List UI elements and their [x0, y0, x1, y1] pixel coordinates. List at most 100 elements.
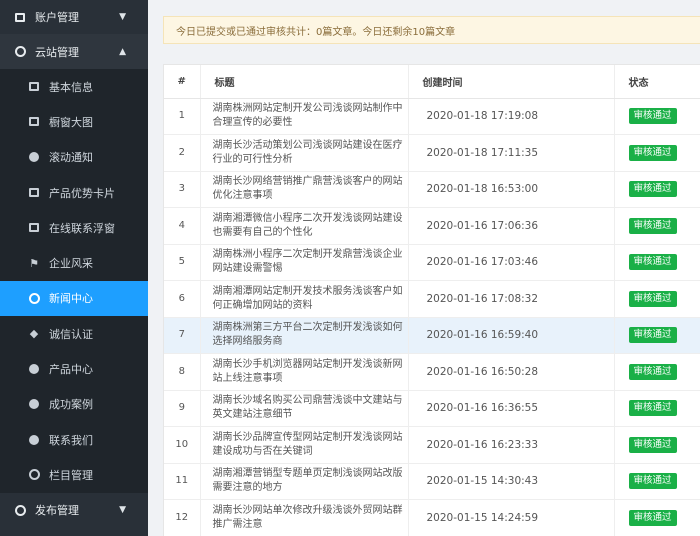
status-badge: 审核通过 — [628, 363, 677, 380]
status-badge: 审核通过 — [628, 436, 677, 453]
sidebar-item-online-contact[interactable]: 在线联系浮窗 — [0, 210, 148, 245]
box-icon — [28, 187, 40, 199]
main-content: 今日已提交或已通过审核共计：0篇文章。今日还剩余10篇文章 # 标题 创建时间 … — [148, 0, 700, 536]
flag-icon: ⚑ — [29, 256, 39, 270]
window-icon — [28, 222, 40, 234]
column-icon — [28, 469, 40, 481]
article-title: 湖南长沙网站单次修改升级浅谈外贸网站群推广需注意 — [200, 499, 409, 536]
sidebar-item-label: 橱窗大图 — [49, 115, 93, 129]
sidebar-item-label: 在线联系浮窗 — [49, 221, 115, 235]
sidebar-item-label: 基本信息 — [49, 80, 93, 94]
table-row[interactable]: 7 湖南株洲第三方平台二次定制开发浅谈如何选择网络服务商 2020-01-16 … — [164, 317, 700, 354]
sidebar-group-label: 发布管理 — [35, 504, 79, 518]
row-number: 10 — [164, 426, 201, 464]
chevron-down-icon: ▼ — [119, 12, 126, 22]
article-title: 湖南株洲网站定制开发公司浅谈网站制作中合理宣传的必要性 — [200, 98, 409, 135]
article-title: 湖南长沙网络营销推广鼎营浅谈客户的网站优化注意事项 — [200, 171, 409, 208]
table-header-row: # 标题 创建时间 状态 — [164, 65, 700, 99]
row-number: 3 — [164, 171, 201, 208]
article-title: 湖南株洲第三方平台二次定制开发浅谈如何选择网络服务商 — [200, 317, 409, 354]
status-badge: 审核通过 — [628, 290, 677, 307]
created-time: 2020-01-16 16:59:40 — [408, 317, 615, 354]
column-header-status: 状态 — [614, 65, 700, 99]
table-row[interactable]: 9 湖南长沙域名购买公司鼎营浅谈中文建站与英文建站注意细节 2020-01-16… — [164, 390, 700, 427]
created-time: 2020-01-16 16:50:28 — [408, 353, 615, 391]
sidebar-item-banner[interactable]: 橱窗大图 — [0, 104, 148, 139]
column-header-created: 创建时间 — [408, 65, 615, 99]
news-table: # 标题 创建时间 状态 1 湖南株洲网站定制开发公司浅谈网站制作中合理宣传的必… — [164, 65, 700, 536]
monitor-icon — [14, 11, 26, 23]
table-row[interactable]: 6 湖南湘潭网站定制开发技术服务浅谈客户如何正确增加网站的资料 2020-01-… — [164, 280, 700, 318]
sidebar-item-news[interactable]: 新闻中心 — [0, 280, 148, 317]
sidebar-item-credit[interactable]: ◆ 诚信认证 — [0, 316, 148, 351]
sidebar-item-cases[interactable]: 成功案例 — [0, 387, 148, 422]
sidebar-item-label: 成功案例 — [49, 398, 93, 412]
sidebar-item-company-style[interactable]: ⚑ 企业风采 — [0, 245, 148, 280]
status-badge: 审核通过 — [628, 254, 677, 271]
row-number: 7 — [164, 317, 201, 354]
article-title: 湖南长沙活动策划公司浅谈网站建设在医疗行业的可行性分析 — [200, 134, 409, 172]
sidebar-item-product-cards[interactable]: 产品优势卡片 — [0, 175, 148, 210]
sidebar-item-label: 栏目管理 — [49, 468, 93, 482]
created-time: 2020-01-16 16:23:33 — [408, 426, 615, 464]
status-badge: 审核通过 — [628, 181, 677, 198]
row-number: 6 — [164, 280, 201, 318]
sidebar-item-label: 产品优势卡片 — [49, 186, 115, 200]
table-row[interactable]: 8 湖南长沙手机浏览器网站定制开发浅谈新网站上线注意事项 2020-01-16 … — [164, 353, 700, 391]
status-badge: 审核通过 — [628, 400, 677, 417]
trophy-icon — [28, 398, 40, 410]
table-row[interactable]: 1 湖南株洲网站定制开发公司浅谈网站制作中合理宣传的必要性 2020-01-18… — [164, 98, 700, 135]
article-title: 湖南株洲小程序二次定制开发鼎营浅谈企业网站建设需警惕 — [200, 244, 409, 281]
table-row[interactable]: 12 湖南长沙网站单次修改升级浅谈外贸网站群推广需注意 2020-01-15 1… — [164, 499, 700, 536]
created-time: 2020-01-15 14:24:59 — [408, 499, 615, 536]
compass-icon — [14, 504, 26, 516]
sidebar: 账户管理 ▼ 云站管理 ▲ 基本信息 橱窗大图 滚动通知 产品优势卡片 在线联系… — [0, 0, 148, 536]
status-badge: 审核通过 — [628, 509, 677, 526]
sidebar-item-columns[interactable]: 栏目管理 — [0, 457, 148, 492]
status-badge: 审核通过 — [628, 327, 677, 344]
sidebar-item-basic-info[interactable]: 基本信息 — [0, 69, 148, 104]
table-row[interactable]: 11 湖南湘潭营销型专题单页定制浅谈网站改版需要注意的地方 2020-01-15… — [164, 463, 700, 500]
row-number: 12 — [164, 499, 201, 536]
created-time: 2020-01-16 16:36:55 — [408, 390, 615, 427]
sidebar-group-label: 账户管理 — [35, 11, 79, 24]
globe-icon — [28, 292, 40, 304]
article-title: 湖南长沙手机浏览器网站定制开发浅谈新网站上线注意事项 — [200, 353, 409, 391]
sidebar-item-label: 滚动通知 — [49, 151, 93, 165]
created-time: 2020-01-18 16:53:00 — [408, 171, 615, 208]
created-time: 2020-01-16 17:08:32 — [408, 280, 615, 318]
news-table-card: # 标题 创建时间 状态 1 湖南株洲网站定制开发公司浅谈网站制作中合理宣传的必… — [163, 64, 700, 536]
sidebar-item-contact[interactable]: 联系我们 — [0, 422, 148, 457]
sidebar-group-publish[interactable]: 发布管理 ▼ — [0, 493, 148, 528]
table-row[interactable]: 4 湖南湘潭微信小程序二次开发浅谈网站建设也需要有自己的个性化 2020-01-… — [164, 207, 700, 245]
sidebar-item-label: 产品中心 — [49, 363, 93, 377]
leaf-icon — [28, 363, 40, 375]
row-number: 8 — [164, 353, 201, 391]
created-time: 2020-01-15 14:30:43 — [408, 463, 615, 500]
row-number: 5 — [164, 244, 201, 281]
table-row[interactable]: 3 湖南长沙网络营销推广鼎营浅谈客户的网站优化注意事项 2020-01-18 1… — [164, 171, 700, 208]
row-number: 11 — [164, 463, 201, 500]
display-icon — [28, 116, 40, 128]
column-header-title: 标题 — [200, 65, 409, 99]
sidebar-item-label: 企业风采 — [49, 257, 93, 271]
table-row[interactable]: 2 湖南长沙活动策划公司浅谈网站建设在医疗行业的可行性分析 2020-01-18… — [164, 134, 700, 172]
chevron-down-icon: ▼ — [119, 505, 126, 516]
created-time: 2020-01-18 17:19:08 — [408, 98, 615, 135]
sidebar-item-products[interactable]: 产品中心 — [0, 351, 148, 386]
table-row[interactable]: 5 湖南株洲小程序二次定制开发鼎营浅谈企业网站建设需警惕 2020-01-16 … — [164, 244, 700, 281]
article-title: 湖南长沙域名购买公司鼎营浅谈中文建站与英文建站注意细节 — [200, 390, 409, 427]
sidebar-group-cloud[interactable]: 云站管理 ▲ — [0, 34, 148, 69]
sidebar-group-account[interactable]: 账户管理 ▼ — [0, 0, 148, 34]
sidebar-item-scroll-notice[interactable]: 滚动通知 — [0, 140, 148, 175]
sidebar-item-label: 诚信认证 — [49, 327, 93, 341]
status-badge: 审核通过 — [628, 108, 677, 125]
sidebar-item-label: 新闻中心 — [49, 292, 93, 306]
megaphone-icon — [28, 151, 40, 163]
column-header-number: # — [164, 65, 201, 99]
row-number: 9 — [164, 390, 201, 427]
created-time: 2020-01-16 17:03:46 — [408, 244, 615, 281]
book-icon — [28, 81, 40, 93]
row-number: 1 — [164, 98, 201, 135]
table-row[interactable]: 10 湖南长沙品牌宣传型网站定制开发浅谈网站建设成功与否在关键词 2020-01… — [164, 426, 700, 464]
